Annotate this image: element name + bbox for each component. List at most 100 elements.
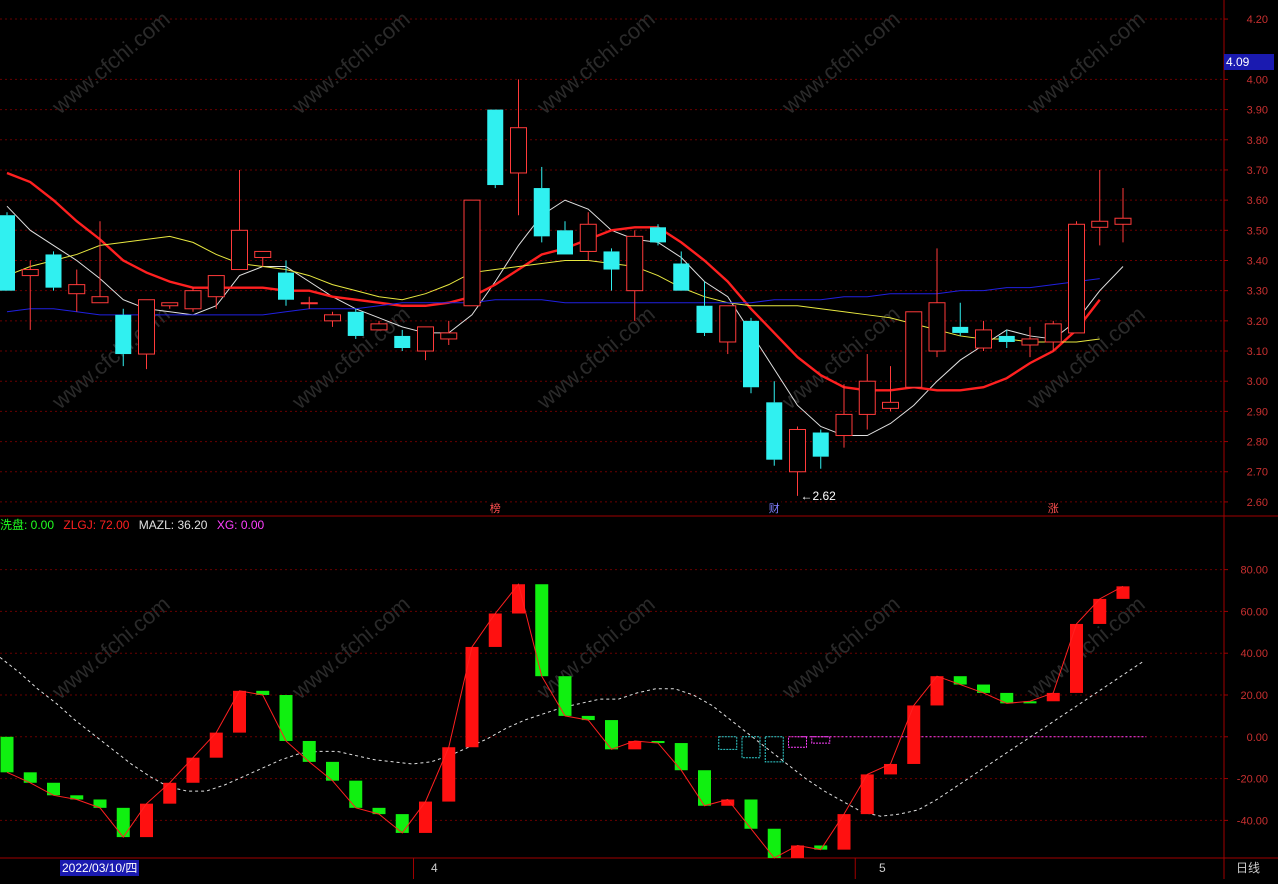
- indicator-bar: [0, 736, 14, 773]
- price-tick-label: 3.20: [1247, 316, 1268, 328]
- candle-up: [68, 284, 86, 295]
- indicator-bar: [233, 690, 246, 733]
- candle-up: [835, 413, 853, 437]
- candle-down: [650, 227, 666, 243]
- watermark-text: www.cfchi.com: [531, 591, 659, 704]
- event-marker: 涨: [1048, 502, 1059, 515]
- indicator-bar: [116, 807, 130, 838]
- price-tick-label: 2.70: [1247, 467, 1268, 479]
- candle-up: [1021, 338, 1039, 346]
- candle-down: [743, 320, 759, 388]
- event-marker: 财: [769, 501, 780, 515]
- price-tick-label: 3.10: [1247, 346, 1268, 358]
- candle-down: [115, 314, 132, 355]
- current-date-label: 2022/03/10/四: [60, 860, 140, 876]
- watermark-text: www.cfchi.com: [531, 301, 659, 414]
- candle-up: [184, 290, 202, 310]
- watermark-text: www.cfchi.com: [1021, 6, 1149, 119]
- candle-up: [138, 299, 155, 355]
- indicator-bar: [465, 646, 479, 748]
- candle-down: [766, 402, 783, 460]
- indicator-bar: [837, 814, 851, 850]
- indicator-bar: [744, 799, 758, 829]
- candle-up: [440, 332, 458, 340]
- watermark-text: www.cfchi.com: [776, 301, 904, 414]
- hollow-bar: [741, 736, 761, 759]
- chart-canvas[interactable]: 2.60 2.70 2.80 2.90 3.00 3.10 3.20 3.30 3.40 3.50…: [0, 0, 1278, 879]
- candle-up: [91, 296, 109, 304]
- candle-down: [603, 251, 620, 270]
- candle-up: [1114, 217, 1132, 225]
- price-tick-label: 3.60: [1247, 195, 1268, 207]
- candle-down: [812, 432, 829, 457]
- price-tick-label: 3.40: [1247, 255, 1268, 267]
- indicator-bar: [419, 801, 432, 833]
- hollow-bar: [718, 736, 738, 750]
- zlgj-line: [6, 583, 1124, 859]
- candle-up: [975, 329, 992, 349]
- indicator-bar: [698, 770, 711, 806]
- candle-up: [579, 223, 597, 252]
- watermark-text: www.cfchi.com: [286, 591, 414, 704]
- candle-up: [905, 311, 923, 388]
- indicator-bar: [186, 757, 200, 783]
- indicator-bar: [302, 740, 316, 762]
- indicator-bar: [140, 803, 153, 838]
- price-tick-label: 3.90: [1247, 105, 1268, 117]
- candle-up: [161, 302, 179, 307]
- indicator-bar: [605, 720, 618, 750]
- candle-up: [324, 314, 341, 322]
- watermark-text: www.cfchi.com: [46, 591, 174, 704]
- period-label[interactable]: 日线: [1236, 860, 1260, 876]
- indicator-bar: [279, 695, 293, 741]
- legend-xipan: 洗盘: 0.00: [0, 518, 55, 532]
- indicator-tick-label: -40.00: [1237, 815, 1268, 827]
- price-tick-label: 3.80: [1247, 135, 1268, 147]
- candle-up: [510, 127, 527, 174]
- candle-down: [533, 188, 550, 237]
- indicator-bar: [488, 613, 502, 647]
- indicator-bar: [442, 747, 456, 802]
- indicator-bar: [1116, 586, 1130, 599]
- legend-xg: XG: 0.00: [216, 518, 265, 532]
- candle-down: [347, 311, 364, 336]
- event-marker: 榜: [490, 501, 501, 515]
- indicator-bar: [1070, 623, 1083, 693]
- candle-down: [278, 272, 294, 300]
- indicator-tick-label: 40.00: [1240, 648, 1268, 660]
- indicator-bar: [47, 782, 60, 796]
- candle-down: [557, 230, 573, 255]
- candle-up: [370, 323, 388, 331]
- indicator-tick-label: 80.00: [1240, 565, 1268, 577]
- watermark-text: www.cfchi.com: [1021, 591, 1149, 704]
- indicator-bar: [512, 584, 525, 614]
- indicator-bar: [930, 676, 944, 706]
- watermark-text: www.cfchi.com: [46, 6, 174, 119]
- candle-down: [696, 305, 713, 333]
- legend-zlgj: ZLGJ: 72.00: [63, 518, 130, 532]
- price-tick-label: 3.70: [1247, 165, 1268, 177]
- candle-up: [207, 275, 225, 298]
- candle-down: [673, 263, 690, 291]
- candle-up: [789, 428, 806, 473]
- hollow-bar: [788, 736, 807, 748]
- month-label-4: 4: [431, 861, 438, 875]
- watermark-text: www.cfchi.com: [776, 591, 904, 704]
- indicator-bar: [674, 743, 688, 771]
- indicator-bar: [791, 845, 804, 858]
- chart-svg: 2.60 2.70 2.80 2.90 3.00 3.10 3.20 3.30 3.40 3.50…: [0, 0, 1278, 879]
- price-tick-label: 2.90: [1247, 406, 1268, 418]
- indicator-bar: [349, 780, 363, 808]
- candle-up: [858, 380, 876, 415]
- hollow-bar: [811, 736, 831, 744]
- candle-up: [254, 250, 272, 258]
- candle-up: [719, 305, 737, 343]
- watermark-text: www.cfchi.com: [46, 301, 174, 414]
- indicator-tick-label: 60.00: [1240, 606, 1268, 618]
- price-tick-label: 4.00: [1247, 74, 1268, 86]
- candle-up: [417, 326, 434, 352]
- indicator-tick-label: -20.00: [1237, 774, 1268, 786]
- price-tick-label: 3.30: [1247, 286, 1268, 298]
- month-label-5: 5: [879, 861, 886, 875]
- indicator-bar: [767, 828, 781, 858]
